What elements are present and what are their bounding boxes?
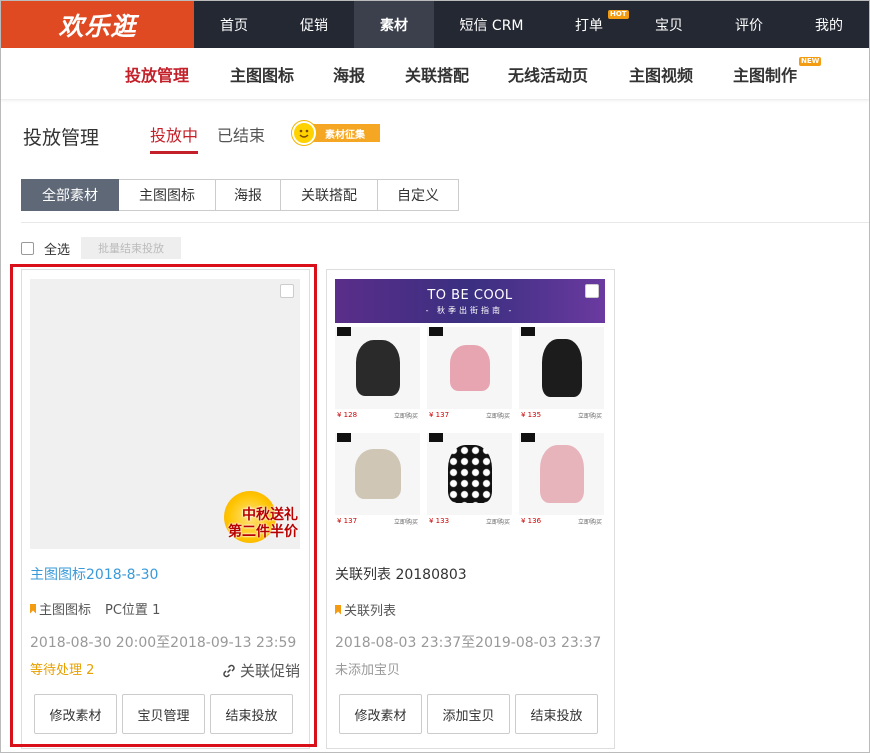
brand-tag bbox=[337, 327, 351, 336]
buy-now-label: 立即购买 bbox=[393, 413, 418, 420]
topnav-material[interactable]: 素材 bbox=[354, 1, 434, 48]
product-image bbox=[427, 433, 512, 515]
card-checkbox[interactable] bbox=[585, 284, 599, 298]
card-title[interactable]: 关联列表 20180803 bbox=[335, 564, 467, 584]
product-image bbox=[335, 433, 420, 515]
product-tile: ¥ 137 立即购买 bbox=[335, 429, 422, 533]
brand-tag bbox=[337, 433, 351, 442]
topnav-home[interactable]: 首页 bbox=[194, 1, 274, 48]
filter-custom[interactable]: 自定义 bbox=[378, 179, 459, 211]
selection-highlight bbox=[10, 264, 317, 747]
product-image bbox=[335, 327, 420, 409]
subnav-main-video[interactable]: 主图视频 bbox=[629, 48, 693, 100]
card-type-label: 关联列表 bbox=[344, 604, 397, 619]
select-all-checkbox[interactable] bbox=[21, 242, 34, 255]
subnav-related-match[interactable]: 关联搭配 bbox=[405, 48, 469, 100]
divider bbox=[21, 222, 869, 223]
select-all-label: 全选 bbox=[44, 243, 71, 258]
topnav-reviews[interactable]: 评价 bbox=[709, 1, 789, 48]
add-item-button[interactable]: 添加宝贝 bbox=[427, 694, 510, 734]
material-card: TO BE COOL - 秋季出街指南 - ¥ 128 立即购买 ¥ 137 立… bbox=[326, 269, 615, 749]
batch-end-button[interactable]: 批量结束投放 bbox=[81, 237, 181, 259]
topnav-print-order-label: 打单 bbox=[575, 17, 603, 34]
hot-badge: HOT bbox=[608, 10, 629, 19]
buy-now-label: 立即购买 bbox=[577, 519, 602, 526]
end-delivery-button[interactable]: 结束投放 bbox=[515, 694, 598, 734]
sub-navbar: 投放管理 主图图标 海报 关联搭配 无线活动页 主图视频 主图制作 NEW bbox=[1, 48, 869, 100]
buy-now-label: 立即购买 bbox=[485, 413, 510, 420]
product-tile: ¥ 128 立即购买 bbox=[335, 323, 422, 427]
card-actions: 修改素材 添加宝贝 结束投放 bbox=[339, 694, 598, 734]
filter-poster[interactable]: 海报 bbox=[216, 179, 281, 211]
new-badge: NEW bbox=[799, 57, 822, 66]
product-image bbox=[519, 327, 604, 409]
buy-now-label: 立即购买 bbox=[485, 519, 510, 526]
card-image: TO BE COOL - 秋季出街指南 - ¥ 128 立即购买 ¥ 137 立… bbox=[335, 279, 605, 549]
product-tile: ¥ 137 立即购买 bbox=[427, 323, 514, 427]
bookmark-icon bbox=[335, 604, 341, 615]
card-date-range: 2018-08-03 23:37至2019-08-03 23:37 bbox=[335, 635, 602, 651]
product-image bbox=[427, 327, 512, 409]
subnav-main-image-icon[interactable]: 主图图标 bbox=[230, 48, 294, 100]
filter-main-image-icon[interactable]: 主图图标 bbox=[119, 179, 216, 211]
subnav-delivery-management[interactable]: 投放管理 bbox=[125, 48, 189, 100]
product-price: ¥ 133 bbox=[429, 517, 450, 525]
page-title: 投放管理 bbox=[23, 127, 100, 149]
product-image bbox=[519, 433, 604, 515]
product-tile: ¥ 133 立即购买 bbox=[427, 429, 514, 533]
topnav-mine[interactable]: 我的 bbox=[789, 1, 869, 48]
subnav-main-image-make[interactable]: 主图制作 bbox=[733, 48, 797, 100]
filter-related-match[interactable]: 关联搭配 bbox=[281, 179, 378, 211]
material-collect-button[interactable]: 素材征集 bbox=[292, 121, 380, 145]
edit-material-button[interactable]: 修改素材 bbox=[339, 694, 422, 734]
subnav-wireless-activity[interactable]: 无线活动页 bbox=[508, 48, 588, 100]
product-price: ¥ 135 bbox=[521, 411, 542, 419]
card-status: 未添加宝贝 bbox=[335, 663, 401, 678]
banner-title: TO BE COOL bbox=[427, 288, 513, 303]
product-price: ¥ 136 bbox=[521, 517, 542, 525]
material-filter-tabs: 全部素材 主图图标 海报 关联搭配 自定义 bbox=[21, 179, 459, 211]
logo[interactable]: 欢乐逛 bbox=[1, 1, 194, 48]
topnav-items[interactable]: 宝贝 bbox=[629, 1, 709, 48]
brand-tag bbox=[429, 327, 443, 336]
product-price: ¥ 137 bbox=[429, 411, 450, 419]
select-all: 全选 bbox=[21, 239, 70, 258]
filter-all[interactable]: 全部素材 bbox=[21, 179, 119, 211]
card-type: 关联列表 bbox=[335, 600, 396, 619]
tab-active[interactable]: 投放中 bbox=[150, 122, 199, 154]
product-price: ¥ 137 bbox=[337, 517, 358, 525]
product-price: ¥ 128 bbox=[337, 411, 358, 419]
product-tile: ¥ 136 立即购买 bbox=[519, 429, 605, 533]
top-navbar: 欢乐逛 首页 促销 素材 短信 CRM 打单 HOT 宝贝 评价 我的 bbox=[1, 1, 869, 48]
smiley-icon bbox=[292, 121, 316, 145]
topnav-promotion[interactable]: 促销 bbox=[274, 1, 354, 48]
topnav-sms-crm[interactable]: 短信 CRM bbox=[434, 1, 549, 48]
banner-subtitle: - 秋季出街指南 - bbox=[425, 306, 515, 315]
banner: TO BE COOL - 秋季出街指南 - bbox=[335, 279, 605, 323]
subnav-poster[interactable]: 海报 bbox=[333, 48, 365, 100]
material-collect-label: 素材征集 bbox=[310, 124, 380, 142]
brand-tag bbox=[521, 433, 535, 442]
product-tile: ¥ 135 立即购买 bbox=[519, 323, 605, 427]
topnav-print-order[interactable]: 打单 bbox=[549, 1, 629, 48]
tab-ended[interactable]: 已结束 bbox=[217, 122, 265, 154]
brand-tag bbox=[521, 327, 535, 336]
buy-now-label: 立即购买 bbox=[393, 519, 418, 526]
buy-now-label: 立即购买 bbox=[577, 413, 602, 420]
brand-tag bbox=[429, 433, 443, 442]
